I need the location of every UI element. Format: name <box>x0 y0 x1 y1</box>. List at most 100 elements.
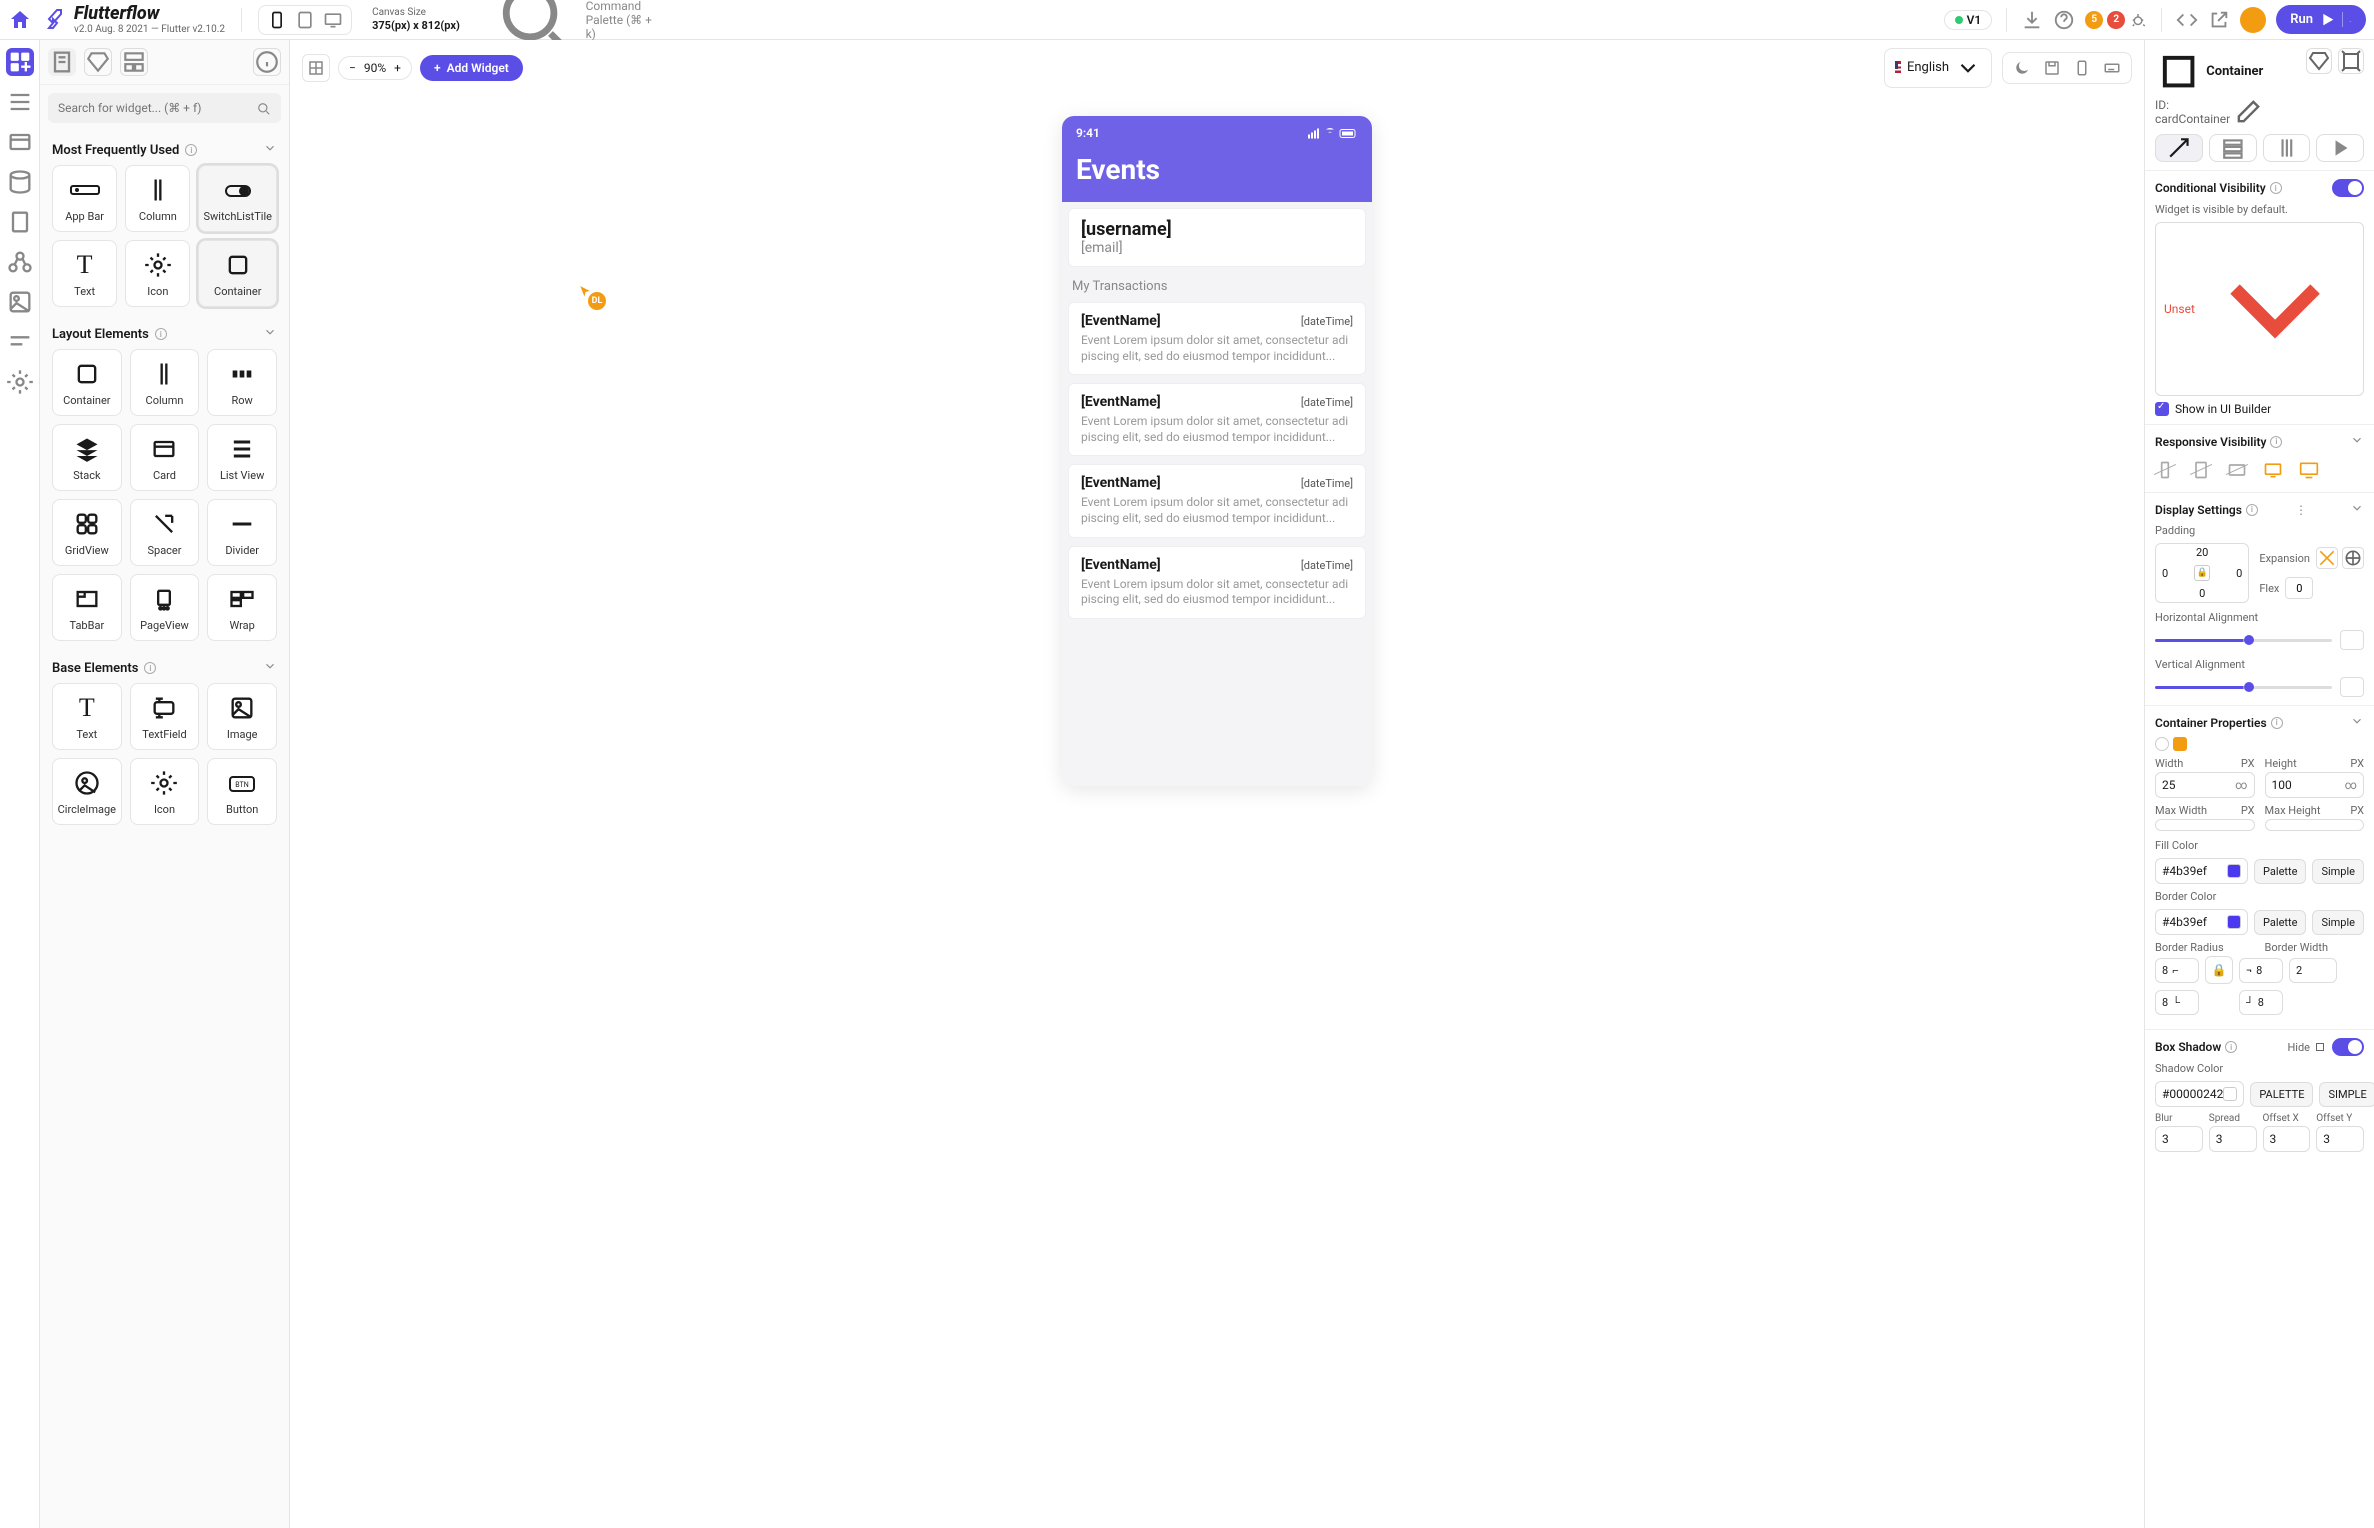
spread-input[interactable]: 3 <box>2209 1126 2257 1152</box>
desktop-icon[interactable] <box>323 10 343 30</box>
section-mfu[interactable]: Most Frequently Used i <box>52 135 277 165</box>
open-external-icon[interactable] <box>2208 9 2230 31</box>
flex-input[interactable] <box>2285 577 2313 599</box>
max-height-input[interactable] <box>2265 819 2365 831</box>
rail-functions[interactable] <box>6 328 34 356</box>
widget-pageview[interactable]: PageView <box>130 574 200 641</box>
hide-shadow-button[interactable]: Hide <box>2287 1041 2326 1054</box>
user-card[interactable]: [username] [email] <box>1068 208 1366 267</box>
widget-spacer[interactable]: Spacer <box>130 499 200 566</box>
simple-button[interactable]: Simple <box>2312 910 2364 935</box>
palette-button[interactable]: Palette <box>2254 859 2306 884</box>
event-card[interactable]: [EventName][dateTime] Event Lorem ipsum … <box>1068 302 1366 375</box>
resp-desktop-small-icon[interactable] <box>2263 460 2283 480</box>
rail-storyboard[interactable] <box>6 128 34 156</box>
avatar[interactable] <box>2240 7 2266 33</box>
conditional-visibility-toggle[interactable] <box>2332 179 2364 197</box>
section-layout[interactable]: Layout Elements i <box>52 319 277 349</box>
component-icon[interactable] <box>2338 48 2364 74</box>
v-align-slider[interactable] <box>2155 677 2364 697</box>
rail-widgets[interactable] <box>6 48 34 76</box>
rail-page[interactable] <box>6 208 34 236</box>
widget-switchlisttile[interactable]: SwitchListTile <box>198 165 277 232</box>
tab-animations[interactable] <box>2316 134 2364 162</box>
shadow-color-input[interactable]: #00000242 <box>2155 1081 2244 1107</box>
warning-badge[interactable]: 5 <box>2085 11 2103 29</box>
bug-icon[interactable] <box>2129 11 2147 29</box>
offset-x-input[interactable]: 3 <box>2263 1126 2311 1152</box>
chevron-down-icon[interactable] <box>2342 12 2352 27</box>
rail-api[interactable] <box>6 248 34 276</box>
widget-row[interactable]: Row <box>207 349 277 416</box>
widget-card[interactable]: Card <box>130 424 200 491</box>
offset-y-input[interactable]: 3 <box>2316 1126 2364 1152</box>
h-align-slider[interactable] <box>2155 630 2364 650</box>
event-card[interactable]: [EventName][dateTime] Event Lorem ipsum … <box>1068 546 1366 619</box>
chevron-down-icon[interactable] <box>2350 714 2364 731</box>
widget-id[interactable]: ID: cardContainer <box>2155 97 2263 126</box>
chevron-down-icon[interactable] <box>2350 501 2364 518</box>
widget-circleimage[interactable]: CircleImage <box>52 758 122 825</box>
device-preview[interactable]: 9:41 Events [username] [email] My Transa… <box>1062 116 1372 786</box>
widget-text2[interactable]: TText <box>52 683 122 750</box>
fill-color-input[interactable]: #4b39ef <box>2155 858 2248 884</box>
info-icon[interactable] <box>253 48 281 76</box>
widget-wrap[interactable]: Wrap <box>207 574 277 641</box>
widget-icon[interactable]: Icon <box>125 240 190 307</box>
event-card[interactable]: [EventName][dateTime] Event Lorem ipsum … <box>1068 464 1366 537</box>
tab-backend[interactable] <box>2263 134 2311 162</box>
widget-button[interactable]: BTNButton <box>207 758 277 825</box>
moon-icon[interactable] <box>2013 59 2031 77</box>
help-icon[interactable] <box>2053 9 2075 31</box>
section-base[interactable]: Base Elements i <box>52 653 277 683</box>
simple-button[interactable]: Simple <box>2312 859 2364 884</box>
widget-listview[interactable]: List View <box>207 424 277 491</box>
widget-textfield[interactable]: TextField <box>130 683 200 750</box>
box-shadow-toggle[interactable] <box>2332 1038 2364 1056</box>
code-icon[interactable] <box>2176 9 2198 31</box>
doc-icon[interactable] <box>48 48 76 76</box>
expand-horizontal-icon[interactable] <box>2316 547 2338 569</box>
padding-control[interactable]: 20 0 0 0 🔒 <box>2155 543 2249 603</box>
height-input[interactable]: 100∞ <box>2265 772 2365 798</box>
add-widget-button[interactable]: + Add Widget <box>420 55 523 81</box>
radius-br-input[interactable]: ┘8 <box>2239 990 2283 1015</box>
template-icon[interactable] <box>120 48 148 76</box>
download-icon[interactable] <box>2021 9 2043 31</box>
save-icon[interactable] <box>2043 59 2061 77</box>
border-width-input[interactable]: 2 <box>2289 958 2337 983</box>
palette-button[interactable]: Palette <box>2254 910 2306 935</box>
widget-search-input[interactable] <box>48 93 281 123</box>
resp-desktop-large-icon[interactable] <box>2299 460 2319 480</box>
lock-icon[interactable]: 🔒 <box>2194 565 2210 581</box>
version-selector[interactable]: V1 <box>1944 10 1993 30</box>
chevron-down-icon[interactable] <box>2350 433 2364 450</box>
border-color-input[interactable]: #4b39ef <box>2155 909 2248 935</box>
grid-icon[interactable] <box>302 54 330 82</box>
shape-rect-button[interactable] <box>2173 737 2187 751</box>
keyboard-icon[interactable] <box>2103 59 2121 77</box>
rail-settings[interactable] <box>6 368 34 396</box>
show-in-builder-checkbox[interactable]: Show in UI Builder <box>2155 402 2364 416</box>
widget-column2[interactable]: Column <box>130 349 200 416</box>
language-selector[interactable]: English <box>1884 48 1992 88</box>
tablet-icon[interactable] <box>295 10 315 30</box>
zoom-control[interactable]: − 90% + <box>338 56 412 80</box>
more-icon[interactable]: ⋮ <box>2295 503 2307 517</box>
widget-column[interactable]: Column <box>125 165 190 232</box>
expand-all-icon[interactable] <box>2342 547 2364 569</box>
widget-container2[interactable]: Container <box>52 349 122 416</box>
condition-select[interactable]: Unset <box>2155 222 2364 396</box>
widget-divider[interactable]: Divider <box>207 499 277 566</box>
shape-circle-button[interactable] <box>2155 737 2169 751</box>
blur-input[interactable]: 3 <box>2155 1126 2203 1152</box>
error-badge[interactable]: 2 <box>2107 11 2125 29</box>
notification-badges[interactable]: 5 2 <box>2085 11 2147 29</box>
widget-appbar[interactable]: App Bar <box>52 165 117 232</box>
phone-icon[interactable] <box>267 10 287 30</box>
device-selector[interactable] <box>258 5 352 35</box>
resp-mobile-icon[interactable] <box>2155 460 2175 480</box>
radius-tr-input[interactable]: ¬8 <box>2239 958 2283 983</box>
rail-media[interactable] <box>6 288 34 316</box>
resp-tablet-portrait-icon[interactable] <box>2191 460 2211 480</box>
